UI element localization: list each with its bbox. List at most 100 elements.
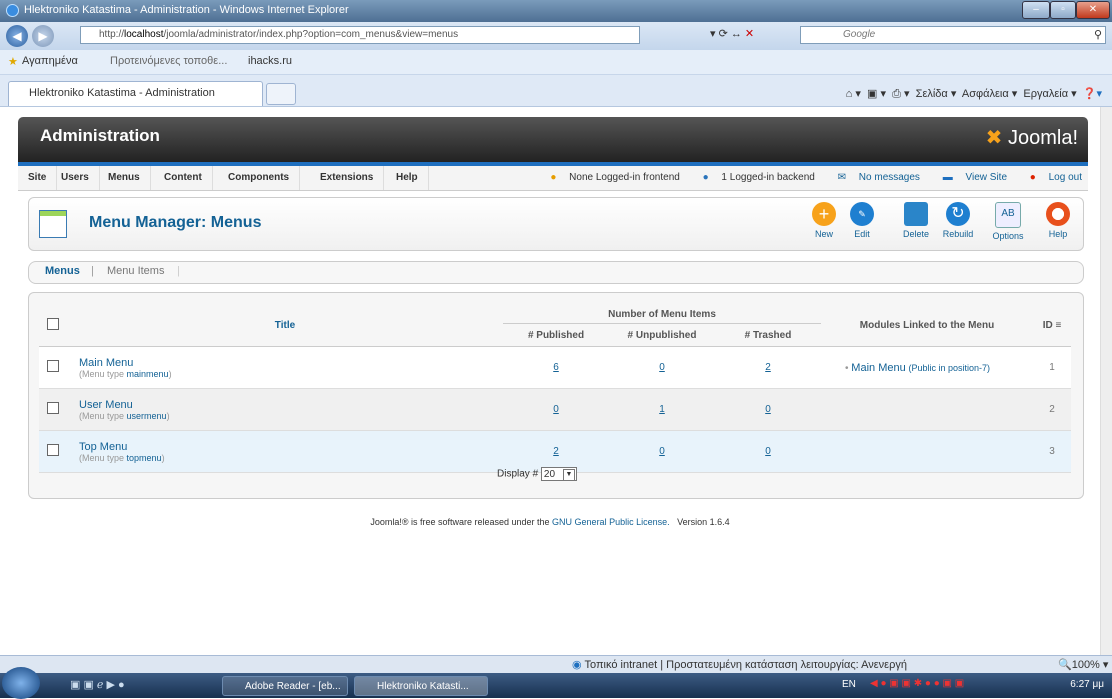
zone-info[interactable]: ◉ Τοπικό intranet | Προστατευμένη κατάστ…	[572, 658, 907, 671]
user-icon: ●	[550, 172, 557, 183]
menu-type-value: usermenu	[126, 410, 167, 421]
feeds-icon[interactable]: ▣ ▾	[867, 88, 886, 100]
browser-tab[interactable]: Hlektroniko Katastima - Administration	[8, 81, 263, 106]
address-input[interactable]: http://localhost/joomla/administrator/in…	[80, 26, 640, 44]
menu-title-link[interactable]: User Menu	[79, 399, 502, 411]
favorites-button[interactable]: Αγαπημένα	[22, 55, 78, 67]
menu-users[interactable]: Users	[51, 166, 100, 190]
close-button[interactable]: ✕	[1076, 1, 1110, 19]
home-icon[interactable]: ⌂ ▾	[846, 88, 861, 100]
unpublished-count[interactable]: 0	[609, 430, 715, 473]
menu-type-value: mainmenu	[126, 368, 169, 379]
menu-title-link[interactable]: Top Menu	[79, 441, 502, 453]
row-checkbox[interactable]	[47, 444, 59, 456]
menu-menus[interactable]: Menus	[98, 166, 151, 190]
published-count[interactable]: 6	[503, 346, 609, 389]
tools-menu[interactable]: Εργαλεία ▾	[1023, 88, 1076, 100]
start-button[interactable]	[2, 667, 40, 699]
new-button[interactable]: + New	[807, 202, 841, 239]
plus-icon: +	[812, 202, 836, 226]
menu-components[interactable]: Components	[218, 166, 301, 190]
logout-text: Log out	[1048, 172, 1082, 183]
row-checkbox[interactable]	[47, 360, 59, 372]
menu-manager-icon	[39, 210, 67, 238]
help-button[interactable]: Help	[1041, 202, 1075, 239]
back-button[interactable]: ◀	[6, 25, 28, 47]
maximize-button[interactable]: ▫	[1050, 1, 1076, 19]
sort-icon: ≡	[1055, 320, 1062, 331]
taskbar-adobe-reader[interactable]: Adobe Reader - [eb...	[222, 676, 348, 696]
options-button[interactable]: AB Options	[991, 202, 1025, 241]
sub-navigation: Menus | Menu Items |	[28, 261, 1084, 284]
title-sort-link[interactable]: Title	[275, 320, 295, 331]
minimize-button[interactable]: –	[1022, 1, 1050, 19]
joomla-logo: ✖ Joomla!	[986, 125, 1078, 150]
print-icon[interactable]: ⎙ ▾	[892, 88, 909, 100]
module-link[interactable]: Main Menu	[851, 362, 905, 374]
subnav-menus[interactable]: Menus	[45, 265, 80, 277]
unpublished-count[interactable]: 0	[609, 346, 715, 389]
fav-link-ihacks[interactable]: ihacks.ru	[248, 55, 292, 67]
search-icon[interactable]: ⚲	[1094, 28, 1102, 41]
logout-link[interactable]: ● Log out	[1020, 172, 1082, 183]
title-cell: Main Menu (Menu type mainmenu)	[67, 346, 503, 389]
delete-label: Delete	[902, 229, 929, 239]
select-all-checkbox[interactable]	[47, 318, 59, 330]
address-actions[interactable]: ▾ ⟳ ↔ ✕	[710, 27, 790, 40]
page-scrollbar[interactable]	[1100, 107, 1112, 655]
search-input[interactable]: Google	[800, 26, 1106, 44]
help-icon[interactable]: ❓▾	[1083, 88, 1102, 100]
forward-button[interactable]: ▶	[32, 25, 54, 47]
browser-statusbar: ◉ Τοπικό intranet | Προστατευμένη κατάστ…	[0, 655, 1112, 674]
delete-button[interactable]: Delete	[899, 202, 933, 239]
trashed-count[interactable]: 2	[715, 346, 821, 389]
menu-content[interactable]: Content	[154, 166, 213, 190]
menu-title-link[interactable]: Main Menu	[79, 357, 502, 369]
footer: Joomla!® is free software released under…	[0, 517, 1100, 527]
published-header: # Published	[503, 323, 609, 347]
language-indicator[interactable]: EN	[842, 679, 856, 690]
edit-button[interactable]: ✎ Edit	[845, 202, 879, 239]
zone-text: Τοπικό intranet | Προστατευμένη κατάστασ…	[584, 659, 907, 671]
messages-link[interactable]: ✉ No messages	[828, 172, 920, 183]
trash-icon	[904, 202, 928, 226]
tab-title: Hlektroniko Katastima - Administration	[29, 87, 215, 99]
safety-menu[interactable]: Ασφάλεια ▾	[962, 88, 1017, 100]
joomla-logo-icon: ✖	[985, 127, 1003, 149]
gpl-link[interactable]: GNU General Public License.	[552, 517, 670, 527]
tray-icons[interactable]: ◀ ● ▣ ▣ ✱ ● ● ▣ ▣	[870, 678, 964, 689]
subnav-menu-items[interactable]: Menu Items	[107, 265, 164, 277]
select-all-header	[39, 305, 67, 347]
menu-extensions[interactable]: Extensions	[310, 166, 385, 190]
chevron-down-icon: ▼	[562, 469, 575, 481]
joomla-logo-text: Joomla!	[1007, 127, 1078, 149]
mail-icon: ✉	[837, 172, 847, 183]
published-count[interactable]: 0	[503, 388, 609, 431]
trashed-count[interactable]: 0	[715, 430, 821, 473]
unpublished-count[interactable]: 1	[609, 388, 715, 431]
bullet-icon: •	[845, 362, 849, 374]
menus-table: Title Number of Menu Items Modules Linke…	[39, 305, 1071, 473]
menu-type-value: topmenu	[126, 452, 162, 463]
id-label: ID	[1042, 320, 1053, 331]
page-menu[interactable]: Σελίδα ▾	[916, 88, 957, 100]
quick-launch[interactable]: ▣ ▣ ℯ ▶ ●	[70, 678, 125, 691]
page-title: Menu Manager: Menus	[89, 214, 262, 231]
view-site-link[interactable]: ▬ View Site	[933, 172, 1007, 183]
id-cell: 1	[1033, 346, 1071, 389]
id-header[interactable]: ID ≡	[1033, 305, 1071, 347]
menu-help[interactable]: Help	[386, 166, 429, 190]
menus-list: Title Number of Menu Items Modules Linke…	[28, 292, 1084, 499]
rebuild-button[interactable]: ↻ Rebuild	[941, 202, 975, 239]
display-limit-select[interactable]: 20 ▼	[540, 467, 577, 481]
taskbar-ie[interactable]: Hlektroniko Katasti...	[354, 676, 488, 696]
new-tab-button[interactable]	[266, 83, 296, 105]
zoom-control[interactable]: 🔍100% ▾	[1058, 658, 1108, 671]
clock[interactable]: 6:27 μμ	[1070, 679, 1104, 690]
window-title: Hlektroniko Katastima - Administration -…	[24, 4, 349, 16]
trashed-count[interactable]: 0	[715, 388, 821, 431]
suggested-sites-link[interactable]: Προτεινόμενες τοποθε...	[110, 55, 227, 67]
row-checkbox[interactable]	[47, 402, 59, 414]
display-limit: Display # 20 ▼	[497, 467, 577, 481]
tab-bar: Hlektroniko Katastima - Administration ⌂…	[0, 75, 1112, 107]
